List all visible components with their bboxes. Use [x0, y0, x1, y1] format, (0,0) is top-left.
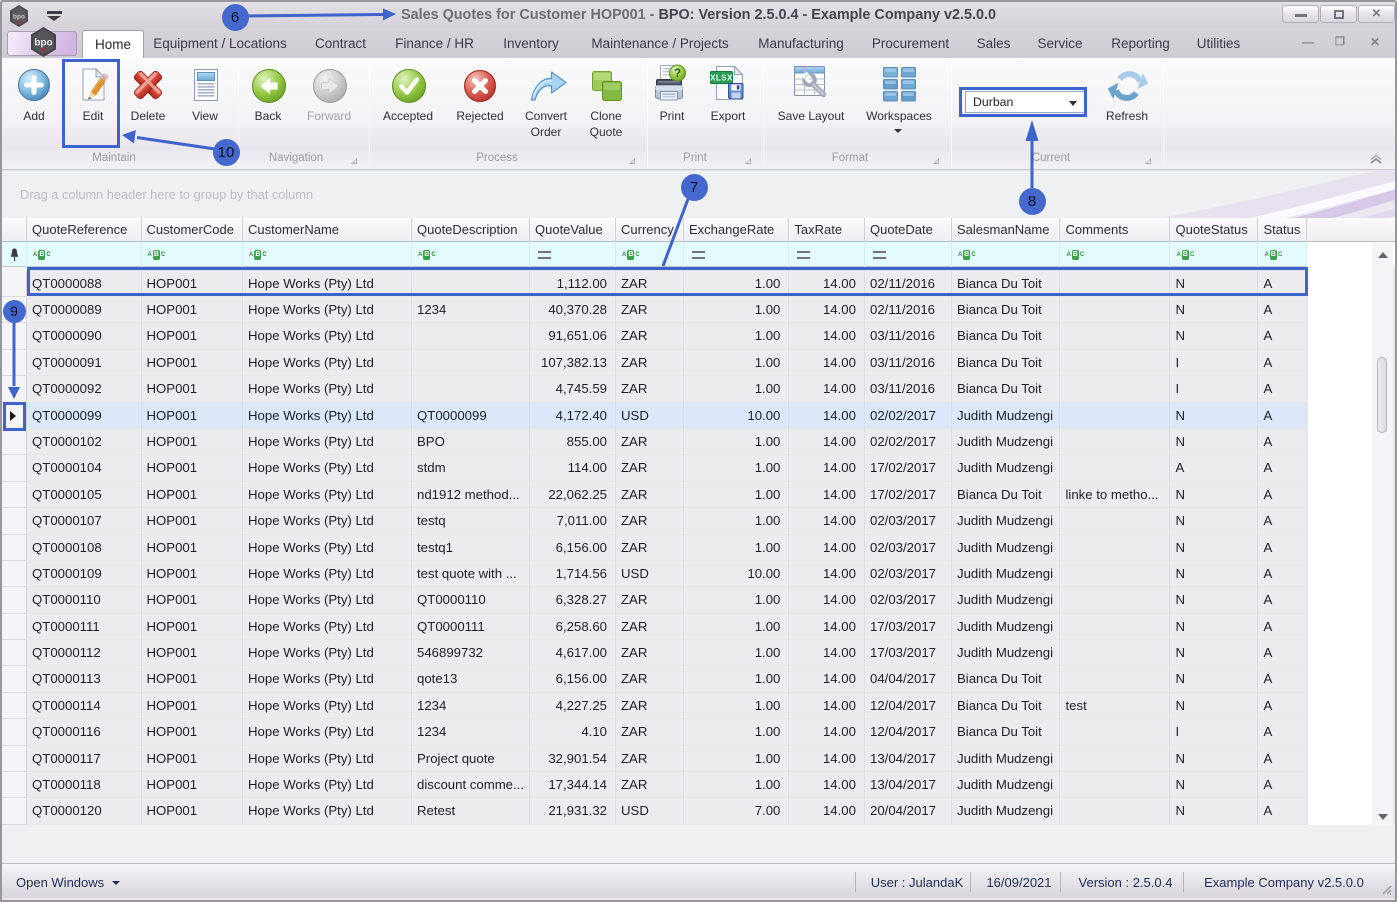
svg-text:bpo: bpo	[34, 38, 52, 49]
svg-text:?: ?	[674, 68, 681, 80]
svg-text:XLSX: XLSX	[710, 74, 733, 83]
